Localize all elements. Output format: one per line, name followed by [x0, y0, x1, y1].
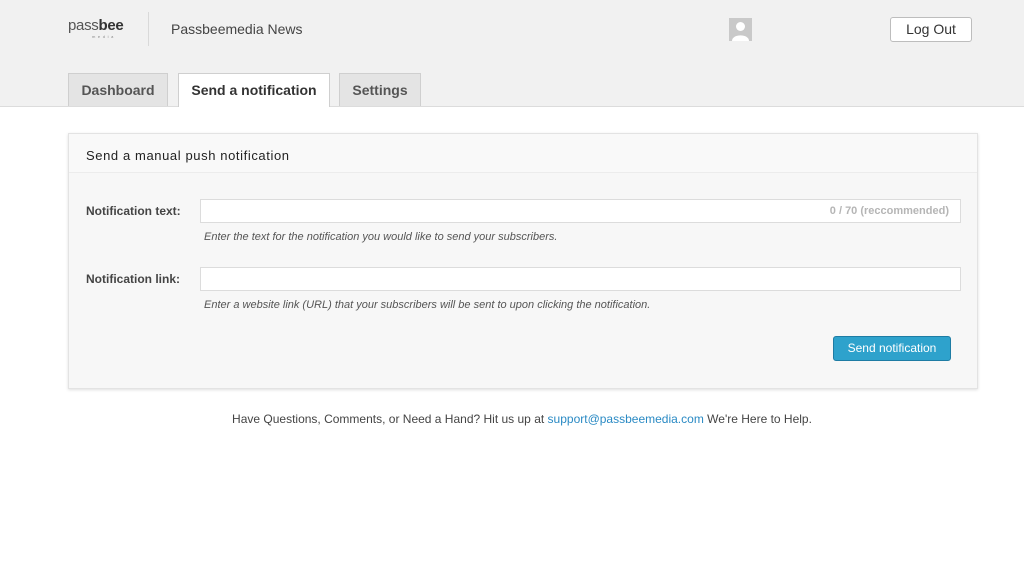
panel-title: Send a manual push notification	[86, 148, 290, 163]
notification-link-label: Notification link:	[86, 272, 180, 286]
logo-text: pass	[68, 17, 99, 34]
passbee-logo[interactable]: passbee media	[68, 17, 130, 39]
tab-dashboard[interactable]: Dashboard	[68, 73, 168, 106]
send-notification-button[interactable]: Send notification	[833, 336, 951, 361]
logo-subtext: media	[92, 34, 116, 39]
footer: Have Questions, Comments, or Need a Hand…	[0, 412, 1024, 426]
logout-button[interactable]: Log Out	[890, 17, 972, 42]
send-notification-panel: Send a manual push notification Notifica…	[68, 133, 978, 389]
notification-text-hint: Enter the text for the notification you …	[204, 231, 558, 243]
notification-text-label: Notification text:	[86, 204, 181, 218]
header-divider	[148, 12, 149, 46]
logo-text-bold: bee	[98, 17, 124, 34]
user-avatar-icon[interactable]	[729, 18, 752, 41]
character-counter: 0 / 70 (reccommended)	[829, 205, 949, 217]
support-email-link[interactable]: support@passbeemedia.com	[548, 412, 704, 426]
panel-header: Send a manual push notification	[69, 134, 977, 173]
notification-link-hint: Enter a website link (URL) that your sub…	[204, 299, 651, 311]
top-bar: passbee media Passbeemedia News Log Out …	[0, 0, 1024, 107]
site-name: Passbeemedia News	[171, 21, 303, 37]
footer-suffix: We're Here to Help.	[707, 412, 812, 426]
tab-send-notification[interactable]: Send a notification	[178, 73, 330, 107]
footer-prefix: Have Questions, Comments, or Need a Hand…	[232, 412, 545, 426]
notification-link-input[interactable]	[200, 267, 961, 291]
tab-settings[interactable]: Settings	[339, 73, 421, 106]
